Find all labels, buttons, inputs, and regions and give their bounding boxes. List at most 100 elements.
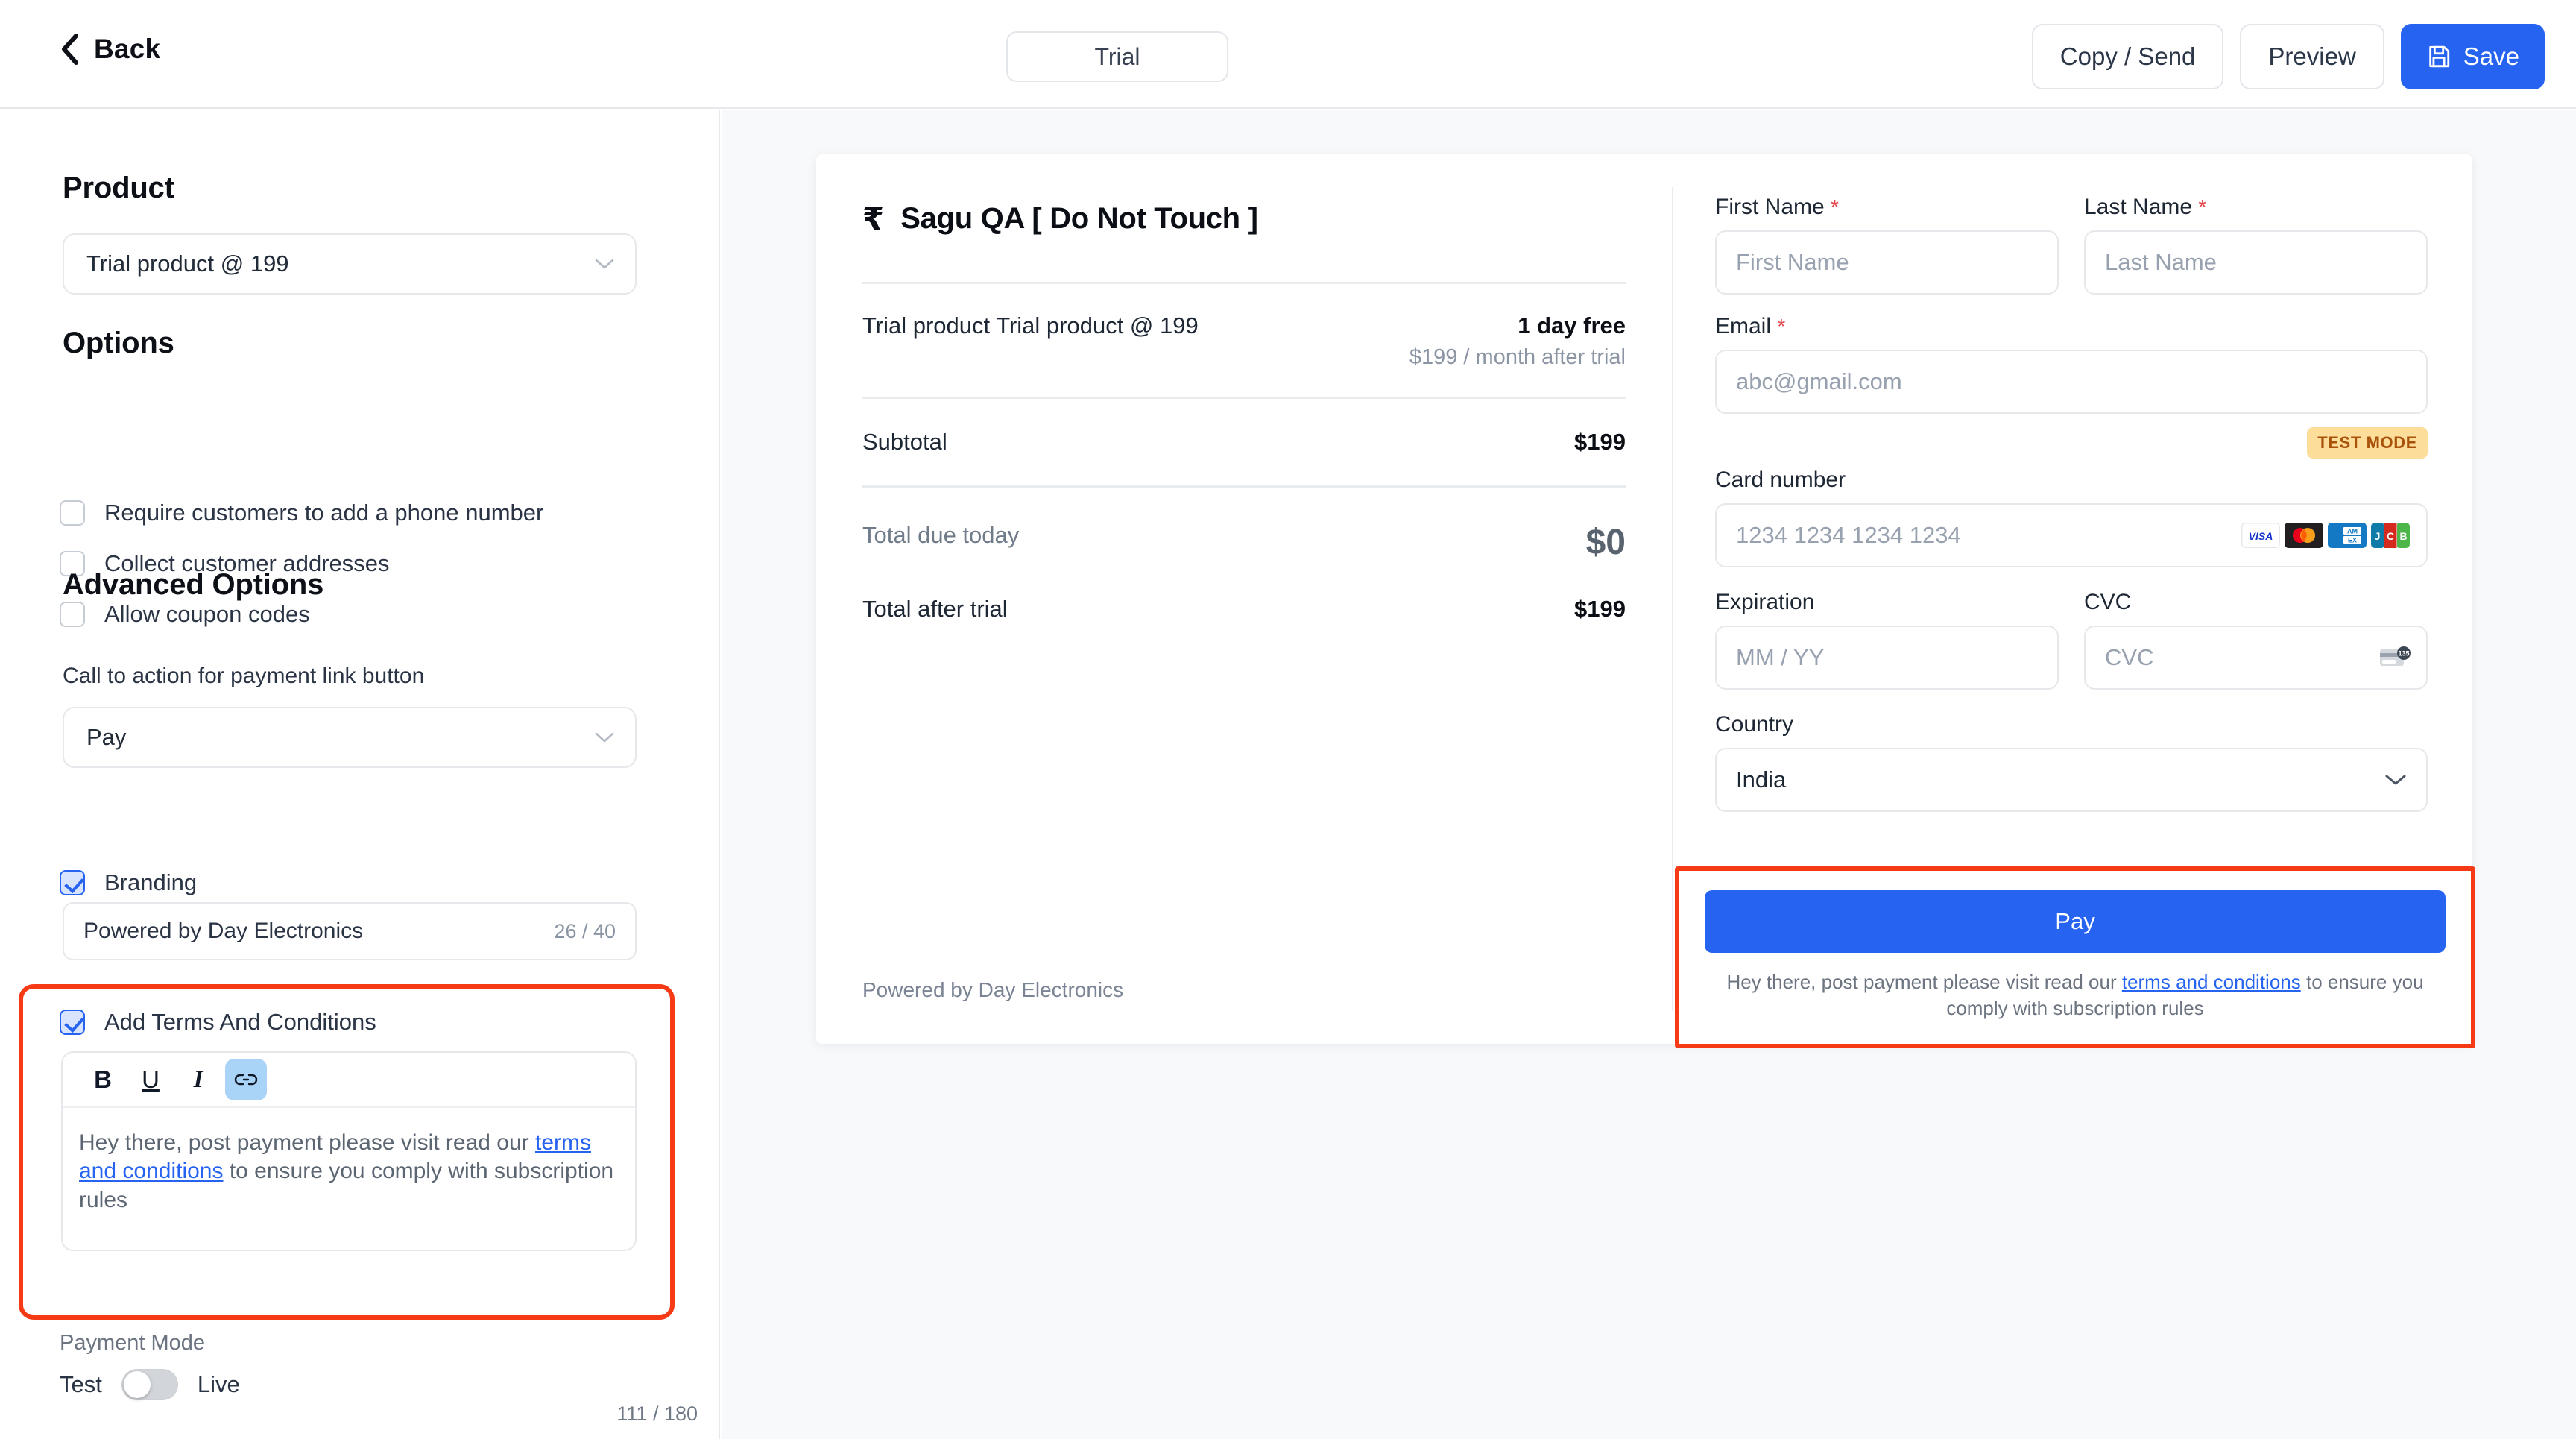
checkbox-add-terms[interactable] <box>60 1010 85 1035</box>
pay-terms-before: Hey there, post payment please visit rea… <box>1726 970 2122 993</box>
save-button[interactable]: Save <box>2400 24 2545 89</box>
svg-text:B: B <box>2399 530 2407 542</box>
settings-sidebar: Product Trial product @ 199 Options Requ… <box>0 110 720 1439</box>
chevron-down-icon <box>595 732 614 743</box>
checkbox-allow-coupons[interactable] <box>60 602 85 627</box>
copy-send-button[interactable]: Copy / Send <box>2031 24 2224 89</box>
expiration-group: Expiration <box>1715 590 2059 690</box>
first-name-input[interactable] <box>1715 230 2059 295</box>
link-chain-icon <box>234 1074 258 1086</box>
svg-text:C: C <box>2387 530 2394 542</box>
cta-field-label: Call to action for payment link button <box>63 664 425 688</box>
preview-label: Preview <box>2268 42 2356 70</box>
expiration-input[interactable] <box>1715 626 2059 690</box>
email-label: Email * <box>1715 314 2428 339</box>
terms-rich-text-editor: B U I Hey there, post payment please vis… <box>61 1051 637 1251</box>
last-name-input[interactable] <box>2084 230 2428 295</box>
due-today-value: $0 <box>1585 523 1626 562</box>
tab-trial[interactable]: Trial <box>1006 31 1228 82</box>
app-root: Back Trial Copy / Send Preview Save Prod… <box>0 0 2576 1439</box>
terms-char-count: 111 / 180 <box>616 1402 698 1425</box>
bold-icon[interactable]: B <box>82 1059 124 1100</box>
visa-icon: VISA <box>2241 523 2280 548</box>
last-name-label-text: Last Name <box>2084 195 2193 219</box>
terms-text-before: Hey there, post payment please visit rea… <box>79 1130 535 1155</box>
country-select-value: India <box>1736 766 1787 793</box>
preview-area: ₹ Sagu QA [ Do Not Touch ] Trial product… <box>722 110 2576 1439</box>
payment-mode-label: Payment Mode <box>60 1331 206 1355</box>
advanced-options-heading: Advanced Options <box>63 568 324 601</box>
cta-select-value: Pay <box>86 724 127 750</box>
email-group: Email * <box>1715 314 2428 414</box>
payment-mode-live-label: Live <box>197 1371 240 1397</box>
payment-mode-toggle[interactable] <box>121 1369 178 1400</box>
cvc-label: CVC <box>2084 590 2132 614</box>
required-asterisk: * <box>2198 195 2207 218</box>
email-label-text: Email <box>1715 314 1772 339</box>
checkbox-branding[interactable] <box>60 870 85 895</box>
first-name-label-text: First Name <box>1715 195 1825 219</box>
expiration-label: Expiration <box>1715 590 1815 614</box>
amex-icon: AM EX <box>2328 523 2367 548</box>
summary-row-due-today: Total due today $0 <box>862 488 1626 563</box>
checkout-preview-card: ₹ Sagu QA [ Do Not Touch ] Trial product… <box>816 154 2475 1048</box>
checkbox-require-phone[interactable] <box>60 500 85 526</box>
option-require-phone-label: Require customers to add a phone number <box>104 500 544 526</box>
jcb-icon: J C B <box>2371 523 2410 548</box>
option-allow-coupons[interactable]: Allow coupon codes <box>60 601 310 628</box>
preview-button[interactable]: Preview <box>2240 24 2384 89</box>
terms-editor-content[interactable]: Hey there, post payment please visit rea… <box>63 1108 635 1215</box>
option-branding[interactable]: Branding <box>60 869 197 896</box>
toolbar-actions: Copy / Send Preview Save <box>2031 24 2545 89</box>
italic-icon[interactable]: I <box>177 1059 219 1100</box>
item-after-trial-text: $199 / month after trial <box>1409 345 1626 369</box>
option-allow-coupons-label: Allow coupon codes <box>104 601 310 627</box>
card-number-input-wrap: VISA AM <box>1715 503 2428 567</box>
first-name-group: First Name * <box>1715 195 2059 295</box>
product-select-value: Trial product @ 199 <box>86 251 289 277</box>
underline-icon[interactable]: U <box>130 1059 171 1100</box>
after-trial-label: Total after trial <box>862 596 1008 622</box>
email-input[interactable] <box>1715 350 2428 414</box>
after-trial-value: $199 <box>1574 596 1626 622</box>
option-branding-label: Branding <box>104 869 198 895</box>
cvc-input-wrap: 135 <box>2084 626 2428 690</box>
payment-mode-row: Test Live <box>60 1369 240 1400</box>
rupee-icon: ₹ <box>862 201 885 237</box>
test-mode-badge: TEST MODE <box>2307 427 2428 459</box>
card-number-group: Card number VISA <box>1715 467 2428 567</box>
branding-text-field[interactable]: Powered by Day Electronics 26 / 40 <box>63 902 637 960</box>
product-select[interactable]: Trial product @ 199 <box>63 233 637 295</box>
required-asterisk: * <box>1777 315 1786 338</box>
cvc-card-icon: 135 <box>2380 646 2411 666</box>
svg-text:J: J <box>2375 530 2381 542</box>
pay-terms-link[interactable]: terms and conditions <box>2122 971 2301 993</box>
card-brand-icons: VISA AM EX J C B <box>2241 523 2410 548</box>
subtotal-label: Subtotal <box>862 429 947 455</box>
save-label: Save <box>2463 42 2519 70</box>
merchant-name: Sagu QA [ Do Not Touch ] <box>900 202 1258 235</box>
country-select[interactable]: India <box>1715 748 2428 812</box>
subtotal-value: $199 <box>1574 429 1626 455</box>
name-fields-row: First Name * Last Name * <box>1715 195 2428 295</box>
editor-toolbar: B U I <box>63 1053 635 1108</box>
svg-text:EX: EX <box>2348 537 2357 544</box>
chevron-down-icon <box>595 259 614 269</box>
save-disk-icon <box>2429 45 2449 68</box>
link-icon[interactable] <box>225 1059 267 1100</box>
svg-text:AM: AM <box>2347 528 2358 535</box>
cvc-input[interactable] <box>2084 626 2428 690</box>
pay-button[interactable]: Pay <box>1705 889 2446 953</box>
card-number-label: Card number <box>1715 467 1846 492</box>
after-trial-value-wrap: $199 <box>1574 596 1626 623</box>
option-require-phone[interactable]: Require customers to add a phone number <box>60 500 543 526</box>
option-add-terms[interactable]: Add Terms And Conditions <box>60 1009 376 1036</box>
first-name-label: First Name * <box>1715 195 2059 220</box>
payment-form-column: First Name * Last Name * <box>1673 154 2475 1048</box>
back-button[interactable]: Back <box>52 28 168 70</box>
summary-row-after-trial: Total after trial $199 <box>862 563 1626 623</box>
cta-select[interactable]: Pay <box>63 707 637 768</box>
country-label: Country <box>1715 712 1794 737</box>
summary-row-subtotal: Subtotal $199 <box>862 399 1626 485</box>
order-summary-column: ₹ Sagu QA [ Do Not Touch ] Trial product… <box>816 154 1672 1044</box>
